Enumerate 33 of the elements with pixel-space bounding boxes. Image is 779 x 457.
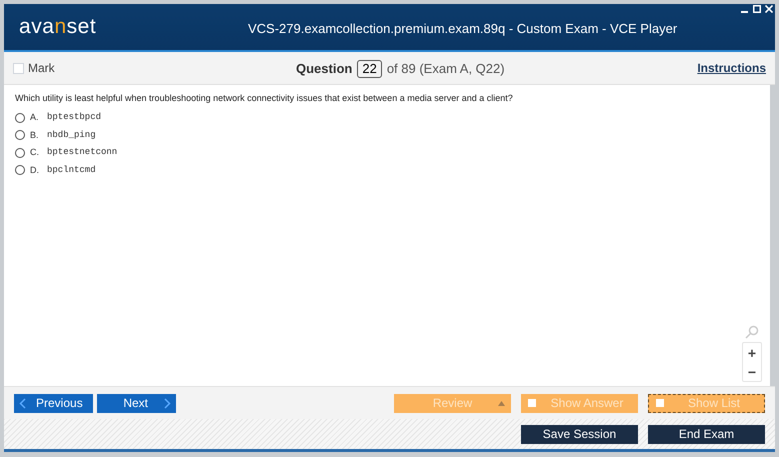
chevron-left-icon	[19, 398, 26, 408]
caret-up-icon	[498, 400, 505, 406]
question-count: of 89 (Exam A, Q22)	[386, 60, 505, 78]
logo: avanset	[19, 14, 96, 40]
close-icon[interactable]	[765, 5, 773, 13]
question-label: Question	[296, 60, 352, 78]
radio-button[interactable]	[15, 130, 25, 140]
option-text: nbdb_ping	[47, 128, 96, 142]
footer-button[interactable]: End Exam	[648, 424, 765, 444]
chevron-right-icon	[164, 398, 171, 408]
next-button[interactable]: Next	[97, 394, 176, 412]
window-title: VCS-279.examcollection.premium.exam.89q - Custom Exam - VCE Player	[248, 20, 678, 38]
maximize-icon[interactable]	[753, 5, 761, 13]
zoom-out-button[interactable]: −	[743, 362, 761, 381]
question-number-field[interactable]: 22	[357, 60, 382, 78]
previous-button[interactable]: Previous	[14, 394, 93, 412]
instructions-link[interactable]: Instructions	[697, 59, 766, 77]
option-letter: B.	[30, 128, 40, 142]
radio-button[interactable]	[15, 112, 25, 123]
radio-button[interactable]	[15, 165, 25, 176]
mark-checkbox[interactable]	[13, 62, 24, 74]
option-letter: A.	[30, 111, 40, 124]
zoom-in-button[interactable]: +	[743, 343, 761, 362]
option-letter: D.	[30, 164, 40, 176]
option-text: bpclntcmd	[47, 164, 96, 176]
question-text: Which utility is least helpful when troubleshooting network connectivity issues that exist between a media server and a client?	[15, 92, 514, 104]
scrollbar[interactable]	[770, 85, 775, 386]
option-letter: C.	[30, 146, 40, 159]
option-text: bptestbpcd	[47, 111, 102, 124]
option-text: bptestnetconn	[47, 146, 118, 159]
radio-button[interactable]	[15, 148, 25, 158]
mark-label[interactable]: Mark	[28, 59, 55, 77]
footer-button[interactable]: Save Session	[521, 424, 638, 444]
